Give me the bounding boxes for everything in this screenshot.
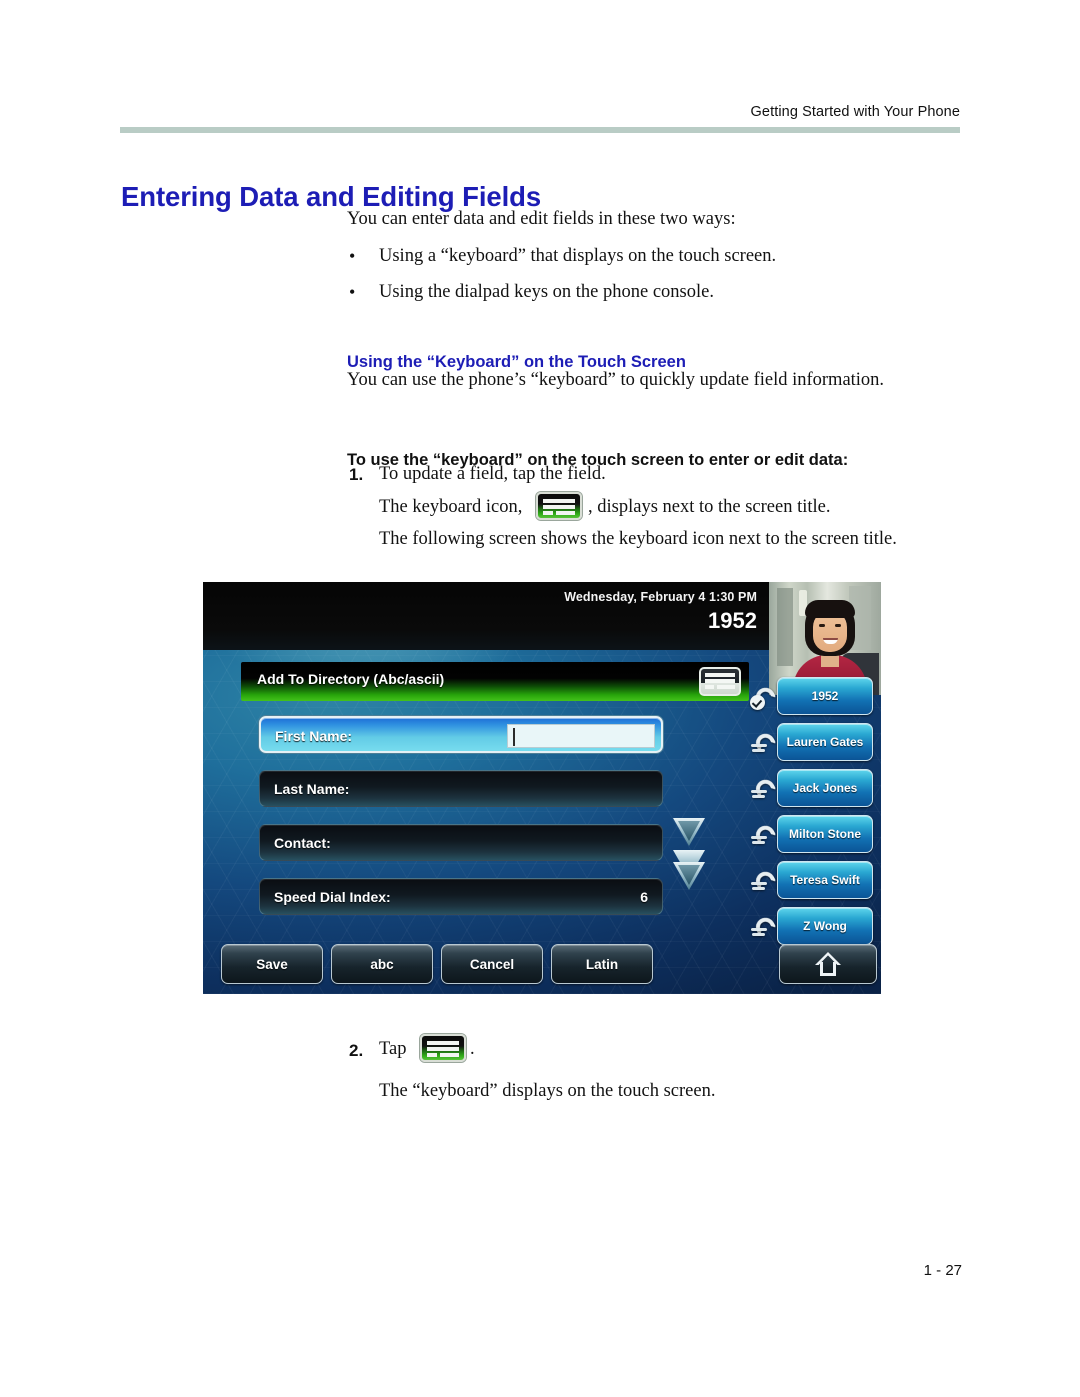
field-label: Contact: <box>274 835 331 851</box>
down-arrow-icon <box>673 818 705 846</box>
line-key-label: Milton Stone <box>789 827 861 841</box>
bullet-item-1: Using a “keyboard” that displays on the … <box>379 246 777 266</box>
field-last-name[interactable]: Last Name: <box>259 770 663 807</box>
keyboard-icon <box>420 1034 466 1062</box>
soft-key-label: Cancel <box>469 956 515 972</box>
step-2-note: The “keyboard” displays on the touch scr… <box>379 1081 716 1101</box>
field-label: First Name: <box>275 728 353 744</box>
document-page: Getting Started with Your Phone Entering… <box>0 0 1080 1397</box>
soft-key-bar: Save abc Cancel Latin <box>213 944 877 986</box>
line-key-1952[interactable]: 1952 <box>749 674 877 719</box>
line-key-z-wong[interactable]: Z Wong <box>749 904 877 949</box>
step-1-number: 1. <box>349 465 364 484</box>
phone-touchscreen-figure: Wednesday, February 4 1:30 PM 1952 Add T… <box>203 582 881 994</box>
line-key-label: 1952 <box>811 689 839 703</box>
double-down-arrow-icon-bottom <box>673 862 705 890</box>
step-2-number: 2. <box>349 1041 364 1060</box>
soft-key-label: abc <box>370 956 394 972</box>
latin-button[interactable]: Latin <box>551 944 653 984</box>
handset-check-icon <box>750 683 779 710</box>
line-key-label: Lauren Gates <box>786 735 864 749</box>
screen-title: Add To Directory (Abc/ascii) <box>257 671 445 687</box>
step-1-note: The following screen shows the keyboard … <box>379 529 897 549</box>
home-icon <box>815 952 841 976</box>
status-date-time: Wednesday, February 4 1:30 PM <box>564 590 757 604</box>
first-name-input[interactable] <box>507 724 655 748</box>
field-first-name[interactable]: First Name: <box>259 716 663 753</box>
field-label: Speed Dial Index: <box>274 889 391 905</box>
cancel-button[interactable]: Cancel <box>441 944 543 984</box>
text-cursor <box>513 728 515 746</box>
bullet-marker-2: • <box>349 282 356 302</box>
bullet-item-2: Using the dialpad keys on the phone cons… <box>379 282 714 302</box>
screen-title-bar: Add To Directory (Abc/ascii) <box>241 662 749 701</box>
handset-icon <box>751 821 779 847</box>
field-value: 6 <box>640 889 648 905</box>
intro-paragraph: You can enter data and edit fields in th… <box>347 209 736 229</box>
line-key-jack-jones[interactable]: Jack Jones <box>749 766 877 811</box>
home-button[interactable] <box>779 944 877 984</box>
status-extension: 1952 <box>708 608 757 633</box>
scroll-indicators[interactable] <box>673 818 707 892</box>
handset-icon <box>751 913 779 939</box>
keyboard-icon <box>536 492 582 520</box>
handset-icon <box>751 775 779 801</box>
line-key-milton-stone[interactable]: Milton Stone <box>749 812 877 857</box>
keyboard-icon[interactable] <box>699 667 741 696</box>
step-2-text-pre: Tap <box>379 1039 407 1059</box>
line-key-label: Z Wong <box>803 919 847 933</box>
soft-key-label: Latin <box>585 956 619 972</box>
soft-key-label: Save <box>256 956 288 972</box>
line-key-list: 1952 Lauren Gates Jack Jones Milton Ston… <box>749 674 877 950</box>
field-label: Last Name: <box>274 781 350 797</box>
line-key-lauren-gates[interactable]: Lauren Gates <box>749 720 877 765</box>
running-header: Getting Started with Your Phone <box>750 104 960 120</box>
handset-icon <box>751 729 779 755</box>
page-number: 1 - 27 <box>923 1262 962 1279</box>
abc-mode-button[interactable]: abc <box>331 944 433 984</box>
step-1-sub-post: , displays next to the screen title. <box>588 497 831 517</box>
bullet-marker-1: • <box>349 246 356 266</box>
section-heading: Using the “Keyboard” on the Touch Screen <box>347 352 686 371</box>
save-button[interactable]: Save <box>221 944 323 984</box>
step-1-text: To update a field, tap the field. <box>379 464 606 484</box>
line-key-teresa-swift[interactable]: Teresa Swift <box>749 858 877 903</box>
status-bar: Wednesday, February 4 1:30 PM 1952 <box>203 582 769 650</box>
field-speed-dial-index[interactable]: Speed Dial Index: 6 <box>259 878 663 915</box>
step-1-sub-pre: The keyboard icon, <box>379 497 523 517</box>
header-rule <box>120 127 960 133</box>
handset-icon <box>751 867 779 893</box>
line-key-label: Jack Jones <box>792 781 858 795</box>
field-contact[interactable]: Contact: <box>259 824 663 861</box>
step-2-text-post: . <box>470 1039 475 1059</box>
line-key-label: Teresa Swift <box>790 873 860 887</box>
section-intro: You can use the phone’s “keyboard” to qu… <box>347 370 885 390</box>
